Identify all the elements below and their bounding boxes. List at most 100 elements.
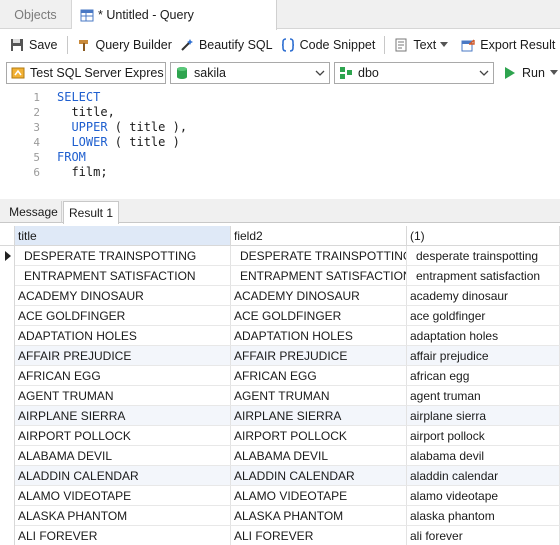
row-gutter[interactable] [0, 386, 15, 406]
row-gutter[interactable] [0, 466, 15, 486]
database-select[interactable]: sakila [170, 62, 330, 84]
table-row[interactable]: ACE GOLDFINGER ACE GOLDFINGER ace goldfing… [0, 306, 560, 326]
table-cell[interactable]: ALI FOREVER [231, 526, 407, 545]
table-cell[interactable]: ALAMO VIDEOTAPE [15, 486, 231, 506]
table-row[interactable]: AGENT TRUMAN AGENT TRUMAN agent truman [0, 386, 560, 406]
tab-message[interactable]: Message [6, 201, 62, 223]
table-row[interactable]: ACADEMY DINOSAUR ACADEMY DINOSAUR academy … [0, 286, 560, 306]
table-cell[interactable]: AIRPORT POLLOCK [231, 426, 407, 446]
row-gutter[interactable] [0, 346, 15, 366]
table-row[interactable]: AIRPORT POLLOCK AIRPORT POLLOCK airport po… [0, 426, 560, 446]
column-header-field2[interactable]: field2 [231, 226, 407, 246]
table-row[interactable]: ALASKA PHANTOM ALASKA PHANTOM alaska phant… [0, 506, 560, 526]
table-cell[interactable]: ACE GOLDFINGER [231, 306, 407, 326]
table-cell[interactable]: ENTRAPMENT SATISFACTION [231, 266, 407, 286]
current-row-marker-icon [5, 251, 11, 261]
tab-untitled-query[interactable]: * Untitled - Query [72, 0, 277, 30]
table-cell[interactable]: ALI FOREVER [15, 526, 231, 545]
table-cell[interactable]: ALADDIN CALENDAR [15, 466, 231, 486]
table-row[interactable]: DESPERATE TRAINSPOTTING DESPERATE TRAINSP… [0, 246, 560, 266]
row-gutter[interactable] [0, 486, 15, 506]
table-row[interactable]: ALABAMA DEVIL ALABAMA DEVIL alabama devil [0, 446, 560, 466]
table-cell[interactable]: DESPERATE TRAINSPOTTING [15, 246, 231, 266]
table-row[interactable]: AFRICAN EGG AFRICAN EGG african egg [0, 366, 560, 386]
row-gutter[interactable] [0, 246, 15, 266]
row-gutter[interactable] [0, 446, 15, 466]
row-gutter[interactable] [0, 266, 15, 286]
table-row[interactable]: ALI FOREVER ALI FOREVER ali forever [0, 526, 560, 545]
table-cell[interactable]: AFRICAN EGG [15, 366, 231, 386]
table-cell[interactable]: AFRICAN EGG [231, 366, 407, 386]
schema-select[interactable]: dbo [334, 62, 494, 84]
save-button[interactable]: Save [6, 33, 62, 57]
table-cell[interactable]: alaska phantom [407, 506, 560, 526]
play-icon [505, 67, 515, 79]
table-cell[interactable]: ALASKA PHANTOM [15, 506, 231, 526]
table-cell[interactable]: ali forever [407, 526, 560, 545]
table-cell[interactable]: AGENT TRUMAN [15, 386, 231, 406]
table-cell[interactable]: AIRPLANE SIERRA [15, 406, 231, 426]
text-button[interactable]: Text [390, 33, 457, 57]
table-cell[interactable]: alamo videotape [407, 486, 560, 506]
table-row[interactable]: ENTRAPMENT SATISFACTION ENTRAPMENT SATISF… [0, 266, 560, 286]
table-cell[interactable]: ace goldfinger [407, 306, 560, 326]
table-row[interactable]: ALADDIN CALENDAR ALADDIN CALENDAR aladdin … [0, 466, 560, 486]
table-cell[interactable]: ENTRAPMENT SATISFACTION [15, 266, 231, 286]
query-builder-button[interactable]: Query Builder [73, 33, 176, 57]
table-cell[interactable]: agent truman [407, 386, 560, 406]
connection-bar: Test SQL Server Expres sakila dbo Run [0, 60, 560, 86]
table-cell[interactable]: AFFAIR PREJUDICE [231, 346, 407, 366]
table-cell[interactable]: ALASKA PHANTOM [231, 506, 407, 526]
table-cell[interactable]: alabama devil [407, 446, 560, 466]
code-text: ( title ), [107, 120, 188, 134]
export-result-button[interactable]: Export Result [457, 33, 559, 57]
table-cell[interactable]: AIRPORT POLLOCK [15, 426, 231, 446]
table-cell[interactable]: ALABAMA DEVIL [231, 446, 407, 466]
table-cell[interactable]: AFFAIR PREJUDICE [15, 346, 231, 366]
row-gutter[interactable] [0, 286, 15, 306]
beautify-sql-button[interactable]: Beautify SQL [176, 33, 277, 57]
table-cell[interactable]: ADAPTATION HOLES [231, 326, 407, 346]
table-cell[interactable]: ACE GOLDFINGER [15, 306, 231, 326]
tab-result-1[interactable]: Result 1 [63, 201, 119, 224]
table-cell[interactable]: DESPERATE TRAINSPOTTING [231, 246, 407, 266]
column-header-1[interactable]: (1) [407, 226, 560, 246]
connection-select[interactable]: Test SQL Server Expres [6, 62, 166, 84]
table-row[interactable]: ALAMO VIDEOTAPE ALAMO VIDEOTAPE alamo vide… [0, 486, 560, 506]
table-row[interactable]: AIRPLANE SIERRA AIRPLANE SIERRA airplane s… [0, 406, 560, 426]
table-row[interactable]: AFFAIR PREJUDICE AFFAIR PREJUDICE affair p… [0, 346, 560, 366]
result-tab-bar: Message Result 1 [0, 199, 560, 224]
column-header-title[interactable]: title [15, 226, 231, 246]
table-cell[interactable]: entrapment satisfaction [407, 266, 560, 286]
table-cell[interactable]: AIRPLANE SIERRA [231, 406, 407, 426]
table-cell[interactable]: aladdin calendar [407, 466, 560, 486]
table-cell[interactable]: AGENT TRUMAN [231, 386, 407, 406]
row-gutter[interactable] [0, 406, 15, 426]
table-cell[interactable]: academy dinosaur [407, 286, 560, 306]
tab-objects[interactable]: Objects [0, 0, 72, 29]
table-cell[interactable]: adaptation holes [407, 326, 560, 346]
table-cell[interactable]: ALADDIN CALENDAR [231, 466, 407, 486]
table-cell[interactable]: ACADEMY DINOSAUR [231, 286, 407, 306]
table-cell[interactable]: ALABAMA DEVIL [15, 446, 231, 466]
table-cell[interactable]: airport pollock [407, 426, 560, 446]
run-button[interactable]: Run [504, 66, 558, 80]
row-gutter[interactable] [0, 366, 15, 386]
table-cell[interactable]: desperate trainspotting [407, 246, 560, 266]
sql-keyword: FROM [57, 150, 86, 164]
table-cell[interactable]: african egg [407, 366, 560, 386]
row-gutter[interactable] [0, 506, 15, 526]
result-grid[interactable]: title field2 (1) DESPERATE TRAINSPOTTING… [0, 226, 560, 545]
table-cell[interactable]: ALAMO VIDEOTAPE [231, 486, 407, 506]
row-gutter[interactable] [0, 326, 15, 346]
code-snippet-button[interactable]: Code Snippet [277, 33, 380, 57]
sql-editor[interactable]: 1 2 3 4 5 6 SELECT title, UPPER ( title … [0, 88, 560, 198]
row-gutter[interactable] [0, 426, 15, 446]
table-cell[interactable]: affair prejudice [407, 346, 560, 366]
table-cell[interactable]: ADAPTATION HOLES [15, 326, 231, 346]
table-cell[interactable]: airplane sierra [407, 406, 560, 426]
table-row[interactable]: ADAPTATION HOLES ADAPTATION HOLES adaptati… [0, 326, 560, 346]
row-gutter[interactable] [0, 306, 15, 326]
row-gutter[interactable] [0, 526, 15, 545]
table-cell[interactable]: ACADEMY DINOSAUR [15, 286, 231, 306]
